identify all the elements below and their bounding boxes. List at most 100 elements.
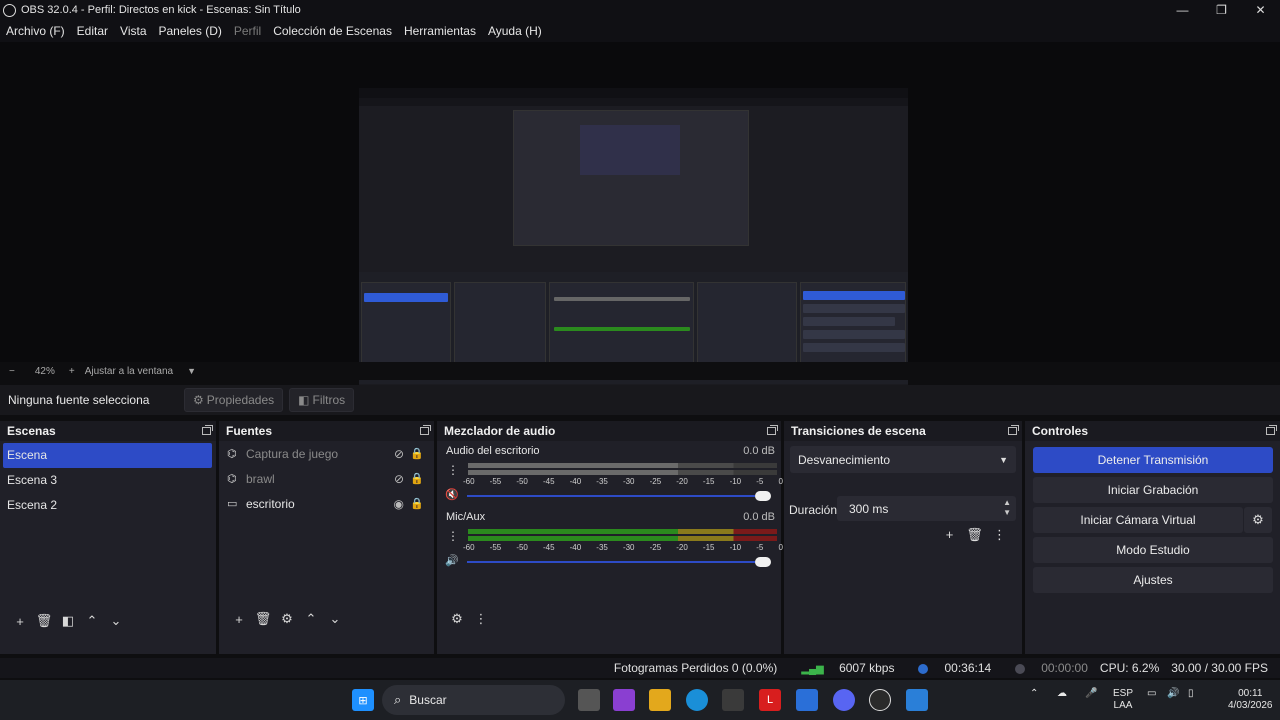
kebab-menu-icon[interactable]: ⋮ — [447, 463, 459, 477]
lock-icon[interactable]: 🔒 — [410, 447, 424, 460]
window-controls: — ❐ ✕ — [1163, 0, 1280, 20]
add-transition-button[interactable]: + — [937, 527, 962, 543]
menu-ayuda[interactable]: Ayuda (H) — [488, 24, 542, 38]
add-scene-button[interactable]: + — [8, 614, 32, 629]
minimize-button[interactable]: — — [1163, 0, 1202, 20]
float-icon[interactable] — [1266, 425, 1277, 435]
float-icon[interactable] — [767, 425, 778, 435]
menu-editar[interactable]: Editar — [77, 24, 108, 38]
menu-archivo[interactable]: Archivo (F) — [6, 24, 65, 38]
volume-slider[interactable]: 🔊 — [445, 554, 775, 568]
volume-knob[interactable] — [755, 491, 771, 501]
file-explorer-icon[interactable] — [649, 689, 671, 711]
menu-paneles[interactable]: Paneles (D) — [159, 24, 222, 38]
settings-button[interactable]: Ajustes — [1033, 567, 1273, 593]
cloud-icon[interactable]: ☁ — [1057, 688, 1067, 700]
float-icon[interactable] — [1008, 425, 1019, 435]
red-app-icon[interactable]: L — [759, 689, 781, 711]
gear-icon[interactable]: ⚙ — [1244, 507, 1272, 533]
eye-icon[interactable]: ◉ — [394, 497, 404, 511]
advanced-audio-icon[interactable]: ⚙ — [445, 611, 469, 627]
kebab-menu-icon[interactable]: ⋮ — [469, 611, 493, 627]
stop-streaming-button[interactable]: Detener Transmisión — [1033, 447, 1273, 473]
filter-icon: ◧ — [298, 393, 310, 407]
obs-icon[interactable] — [869, 689, 891, 711]
language-indicator[interactable]: ESP LAA — [1113, 688, 1133, 712]
zoom-in-button[interactable]: + — [69, 366, 75, 377]
discord-icon[interactable] — [833, 689, 855, 711]
kebab-menu-icon[interactable]: ⋮ — [987, 527, 1012, 543]
scene-item[interactable]: Escena 3 — [0, 468, 216, 493]
start-recording-button[interactable]: Iniciar Grabación — [1033, 477, 1273, 503]
speaker-icon[interactable]: 🔊 — [445, 554, 459, 567]
volume-knob[interactable] — [755, 557, 771, 567]
preview-nested-preview — [513, 110, 749, 246]
start-virtual-camera-button[interactable]: Iniciar Cámara Virtual — [1033, 507, 1243, 533]
mixer-dock-header: Mezclador de audio — [437, 421, 781, 441]
eye-hidden-icon[interactable]: ⊘ — [394, 447, 404, 461]
move-up-icon[interactable]: ⌃ — [299, 611, 323, 627]
volume-icon[interactable]: 🔊 — [1167, 688, 1179, 700]
move-down-icon[interactable]: ⌄ — [323, 611, 347, 627]
trash-icon[interactable]: 🗑 — [962, 527, 987, 543]
chevron-down-icon[interactable]: ▼ — [187, 366, 196, 376]
store-icon[interactable] — [722, 689, 744, 711]
taskbar-search[interactable]: ⌕ Buscar — [382, 685, 565, 715]
clock[interactable]: 00:11 4/03/2026 — [1228, 688, 1273, 712]
filters-label: Filtros — [312, 393, 346, 407]
meter-tick-label: -60 — [463, 543, 475, 552]
meter-tick-label: -20 — [676, 543, 688, 552]
menu-coleccion-escenas[interactable]: Colección de Escenas — [273, 24, 392, 38]
mic-icon[interactable]: 🎤 — [1085, 688, 1097, 700]
studio-mode-button[interactable]: Modo Estudio — [1033, 537, 1273, 563]
app-icon[interactable] — [906, 689, 928, 711]
eye-hidden-icon[interactable]: ⊘ — [394, 472, 404, 486]
filters-button[interactable]: ◧ Filtros — [289, 388, 355, 412]
preview-area[interactable] — [0, 42, 1280, 409]
copilot-icon[interactable] — [613, 689, 635, 711]
scene-item[interactable]: Escena — [3, 443, 212, 468]
properties-button[interactable]: ⚙ Propiedades — [184, 388, 284, 412]
source-item[interactable]: ⌬ Captura de juego ⊘ 🔒 — [219, 441, 434, 466]
controls-dock-header: Controles — [1025, 421, 1280, 441]
fit-window-label[interactable]: Ajustar a la ventana — [85, 366, 173, 377]
transition-select[interactable]: Desvanecimiento ▼ — [790, 446, 1016, 473]
source-item[interactable]: ▭ escritorio ◉ 🔒 — [219, 491, 434, 516]
gamepad-icon: ⌬ — [227, 473, 237, 485]
stream-icon — [918, 663, 929, 674]
menu-herramientas[interactable]: Herramientas — [404, 24, 476, 38]
chevron-up-icon[interactable]: ⌃ — [1030, 688, 1038, 700]
scene-item[interactable]: Escena 2 — [0, 493, 216, 518]
menu-vista[interactable]: Vista — [120, 24, 146, 38]
windows-start-icon[interactable]: ⊞ — [352, 689, 374, 711]
menu-perfil[interactable]: Perfil — [234, 24, 261, 38]
add-source-button[interactable]: + — [227, 612, 251, 627]
move-up-icon[interactable]: ⌃ — [80, 613, 104, 629]
spinner-icon[interactable]: ▲ ▼ — [1003, 498, 1011, 518]
lock-icon[interactable]: 🔒 — [410, 472, 424, 485]
scene-filters-icon[interactable]: ◧ — [56, 613, 80, 629]
float-icon[interactable] — [420, 425, 431, 435]
duration-field[interactable]: 300 ms ▲ ▼ — [837, 496, 1016, 521]
close-button[interactable]: ✕ — [1241, 0, 1280, 20]
network-icon[interactable]: ▭ — [1147, 688, 1156, 700]
lock-icon[interactable]: 🔒 — [410, 497, 424, 510]
gear-icon[interactable]: ⚙ — [275, 611, 299, 627]
task-view-icon[interactable] — [578, 689, 600, 711]
kebab-menu-icon[interactable]: ⋮ — [447, 529, 459, 543]
zoom-out-button[interactable]: − — [9, 366, 15, 377]
source-name: escritorio — [246, 496, 295, 511]
float-icon[interactable] — [202, 425, 213, 435]
move-down-icon[interactable]: ⌄ — [104, 613, 128, 629]
speaker-muted-icon[interactable]: 🔇 — [445, 488, 459, 501]
trash-icon[interactable]: 🗑 — [32, 613, 56, 629]
source-item[interactable]: ⌬ brawl ⊘ 🔒 — [219, 466, 434, 491]
edge-icon[interactable] — [686, 689, 708, 711]
battery-icon[interactable]: ▯ — [1188, 688, 1194, 700]
maximize-button[interactable]: ❐ — [1202, 0, 1241, 20]
program-preview[interactable] — [359, 88, 908, 400]
volume-slider[interactable]: 🔇 — [445, 488, 775, 502]
trash-icon[interactable]: 🗑 — [251, 611, 275, 627]
blue-app-icon[interactable] — [796, 689, 818, 711]
search-label: Buscar — [409, 693, 447, 707]
